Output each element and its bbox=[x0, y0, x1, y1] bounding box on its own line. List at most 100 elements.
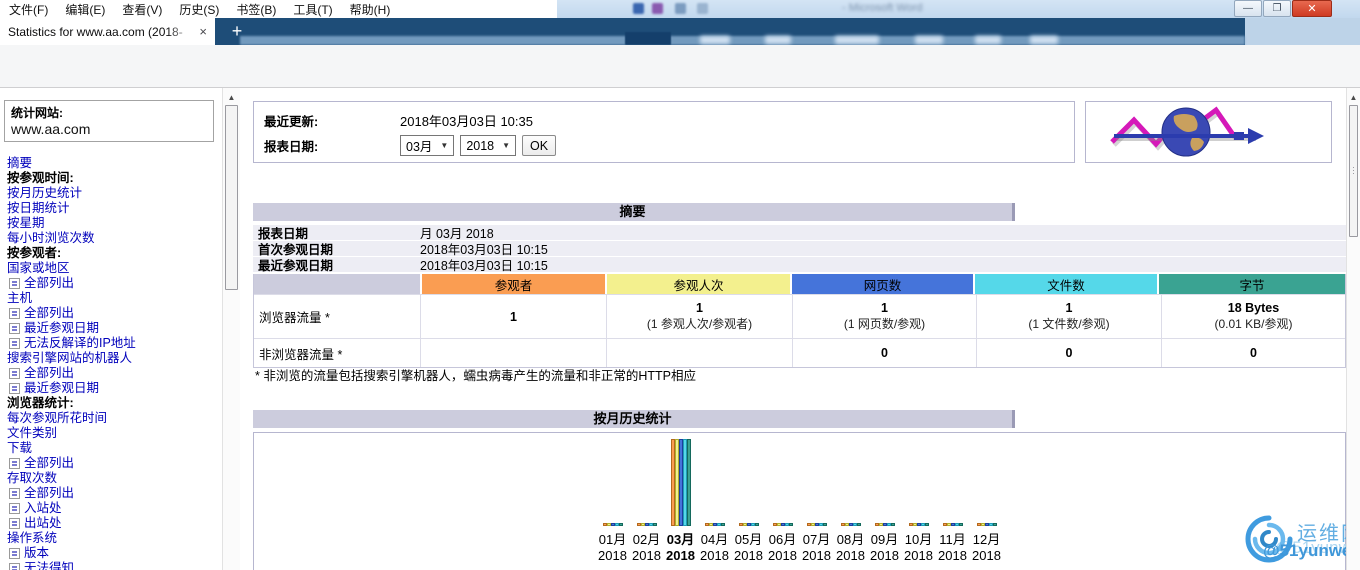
minimize-button[interactable]: — bbox=[1234, 0, 1262, 17]
scroll-up-icon[interactable]: ▲ bbox=[223, 90, 240, 104]
sidebar-nav: 摘要 按参观时间: 按月历史统计 按日期统计 按星期 每小时浏览次数 按参观者:… bbox=[7, 156, 219, 570]
main-scrollbar[interactable]: ▲ bbox=[1346, 88, 1360, 570]
month-column: 10月 2018 bbox=[902, 437, 936, 563]
sidebar-item-countries[interactable]: 国家或地区 bbox=[7, 261, 219, 276]
month-column: 06月 2018 bbox=[766, 437, 800, 563]
close-button[interactable]: ✕ bbox=[1292, 0, 1332, 17]
sidebar-scrollbar[interactable]: ▲ bbox=[222, 88, 240, 570]
sidebar-header-navigation: 浏览器统计: bbox=[7, 396, 74, 410]
monthly-history-chart: 01月 2018 02月 2018 03月 2018 04月 2018 05月 2018 … bbox=[253, 432, 1346, 570]
list-bullet-icon bbox=[9, 563, 20, 570]
scroll-up-icon[interactable]: ▲ bbox=[1347, 90, 1360, 104]
sidebar-item-full-list[interactable]: 全部列出 bbox=[7, 276, 219, 291]
bytes-bar bbox=[686, 439, 691, 526]
sidebar-item-pages-url[interactable]: 存取次数 bbox=[7, 471, 219, 486]
month-column: 02月 2018 bbox=[630, 437, 664, 563]
year-select[interactable]: 2018 ▼ bbox=[460, 135, 517, 156]
sidebar-item-unresolved-ip[interactable]: 无法反解译的IP地址 bbox=[7, 336, 219, 351]
menu-view[interactable]: 查看(V) bbox=[122, 1, 162, 18]
menu-edit[interactable]: 编辑(E) bbox=[65, 1, 105, 18]
month-column: 05月 2018 bbox=[732, 437, 766, 563]
last-update-label: 最近更新: bbox=[264, 115, 319, 129]
menu-history[interactable]: 历史(S) bbox=[179, 1, 219, 18]
info-row: 最近参观日期 2018年03月03日 10:15 bbox=[253, 257, 1346, 273]
month-column: 04月 2018 bbox=[698, 437, 732, 563]
word-ribbon-home-tab bbox=[625, 32, 671, 45]
maximize-button[interactable]: ❐ bbox=[1263, 0, 1291, 17]
awstats-main: 最近更新: 2018年03月03日 10:35 报表日期: 03月 ▼ 2018 ▼… bbox=[240, 88, 1346, 570]
report-period-label: 报表日期: bbox=[264, 140, 319, 154]
word-quickaccess-icon bbox=[652, 3, 663, 14]
site-box: 统计网站: www.aa.com bbox=[4, 100, 214, 142]
sidebar-item-hours[interactable]: 每小时浏览次数 bbox=[7, 231, 219, 246]
month-select[interactable]: 03月 ▼ bbox=[400, 135, 455, 156]
awstats-sidebar: 统计网站: www.aa.com 摘要 按参观时间: 按月历史统计 按日期统计 … bbox=[0, 88, 222, 570]
sidebar-item-downloads[interactable]: 下载 bbox=[7, 441, 219, 456]
summary-table: 参观者 参观人次 网页数 文件数 字节 浏览器流量 * 1 1 (1 参观人次/参… bbox=[253, 274, 1346, 368]
sidebar-item-entry[interactable]: 入站处 bbox=[7, 501, 219, 516]
awstats-logo-icon bbox=[1110, 106, 1264, 157]
list-bullet-icon bbox=[9, 383, 20, 394]
list-bullet-icon bbox=[9, 368, 20, 379]
firefox-tab-bar: Statistics for www.aa.com (2018- × + bbox=[0, 18, 1360, 45]
tab-title: Statistics for www.aa.com (2018- bbox=[8, 24, 183, 39]
month-column: 11月 2018 bbox=[936, 437, 970, 563]
col-visitors: 参观者 bbox=[420, 274, 605, 294]
sidebar-item-full-list[interactable]: 全部列出 bbox=[7, 456, 219, 471]
sidebar-header-when: 按参观时间: bbox=[7, 171, 74, 185]
scrollbar-thumb[interactable] bbox=[225, 105, 238, 290]
sidebar-item-last-visit[interactable]: 最近参观日期 bbox=[7, 321, 219, 336]
word-quickaccess-icon bbox=[697, 3, 708, 14]
word-ribbon-edge bbox=[1245, 18, 1360, 45]
col-bytes: 字节 bbox=[1157, 274, 1345, 294]
sidebar-item-last-visit[interactable]: 最近参观日期 bbox=[7, 381, 219, 396]
new-tab-button[interactable]: + bbox=[224, 19, 250, 44]
list-bullet-icon bbox=[9, 338, 20, 349]
firefox-menu-bar: 文件(F) 编辑(E) 查看(V) 历史(S) 书签(B) 工具(T) 帮助(H… bbox=[0, 0, 557, 18]
sidebar-item-hosts[interactable]: 主机 bbox=[7, 291, 219, 306]
sidebar-item-robots[interactable]: 搜索引擎网站的机器人 bbox=[7, 351, 219, 366]
ok-button[interactable]: OK bbox=[522, 135, 557, 156]
scrollbar-thumb[interactable] bbox=[1349, 105, 1358, 237]
menu-help[interactable]: 帮助(H) bbox=[350, 1, 391, 18]
word-ribbon-blob bbox=[1030, 36, 1058, 44]
sidebar-item-visit-duration[interactable]: 每次参观所花时间 bbox=[7, 411, 219, 426]
summary-table-header: 参观者 参观人次 网页数 文件数 字节 bbox=[254, 274, 1345, 294]
sidebar-item-versions[interactable]: 版本 bbox=[7, 546, 219, 561]
month-column: 01月 2018 bbox=[596, 437, 630, 563]
list-bullet-icon bbox=[9, 518, 20, 529]
corner-cell bbox=[254, 274, 420, 294]
list-bullet-icon bbox=[9, 278, 20, 289]
word-ribbon-blob bbox=[975, 36, 1001, 44]
site-name: www.aa.com bbox=[11, 121, 91, 137]
menu-tools[interactable]: 工具(T) bbox=[293, 1, 332, 18]
sidebar-item-unknown[interactable]: 无法得知 bbox=[7, 561, 219, 570]
browser-traffic-row: 浏览器流量 * 1 1 (1 参观人次/参观者) 1 (1 网页数/参观) 1 (1 … bbox=[254, 294, 1345, 338]
sidebar-item-daily[interactable]: 按日期统计 bbox=[7, 201, 219, 216]
update-box: 最近更新: 2018年03月03日 10:35 报表日期: 03月 ▼ 2018 ▼… bbox=[253, 101, 1075, 163]
summary-info-rows: 报表日期 月 03月 2018 首次参观日期 2018年03月03日 10:15… bbox=[253, 225, 1346, 273]
summary-footnote: * 非浏览的流量包括搜索引擎机器人，蠕虫病毒产生的流量和非正常的HTTP相应 bbox=[255, 369, 696, 383]
last-update-value: 2018年03月03日 10:35 bbox=[400, 114, 533, 129]
word-ribbon-blob bbox=[835, 36, 879, 44]
tab-close-icon[interactable]: × bbox=[199, 24, 207, 39]
sidebar-item-os[interactable]: 操作系统 bbox=[7, 531, 219, 546]
sidebar-item-file-types[interactable]: 文件类别 bbox=[7, 426, 219, 441]
sidebar-item-full-list[interactable]: 全部列出 bbox=[7, 366, 219, 381]
browser-tab[interactable]: Statistics for www.aa.com (2018- × bbox=[0, 18, 215, 45]
word-ribbon-blur bbox=[240, 36, 1245, 45]
month-column: 12月 2018 bbox=[970, 437, 1004, 563]
sidebar-item-dayofweek[interactable]: 按星期 bbox=[7, 216, 219, 231]
sidebar-item-exit[interactable]: 出站处 bbox=[7, 516, 219, 531]
sidebar-item-full-list[interactable]: 全部列出 bbox=[7, 306, 219, 321]
sidebar-item-full-list[interactable]: 全部列出 bbox=[7, 486, 219, 501]
word-ribbon-blob bbox=[700, 36, 730, 44]
list-bullet-icon bbox=[9, 308, 20, 319]
sidebar-item-summary[interactable]: 摘要 bbox=[7, 156, 219, 171]
watermark: 运维网 @51yunwei.com @51yunwei.com bbox=[1245, 513, 1346, 570]
list-bullet-icon bbox=[9, 458, 20, 469]
menu-file[interactable]: 文件(F) bbox=[9, 1, 48, 18]
month-column-active: 03月 2018 bbox=[664, 437, 698, 563]
sidebar-item-monthly[interactable]: 按月历史统计 bbox=[7, 186, 219, 201]
menu-bookmarks[interactable]: 书签(B) bbox=[236, 1, 276, 18]
